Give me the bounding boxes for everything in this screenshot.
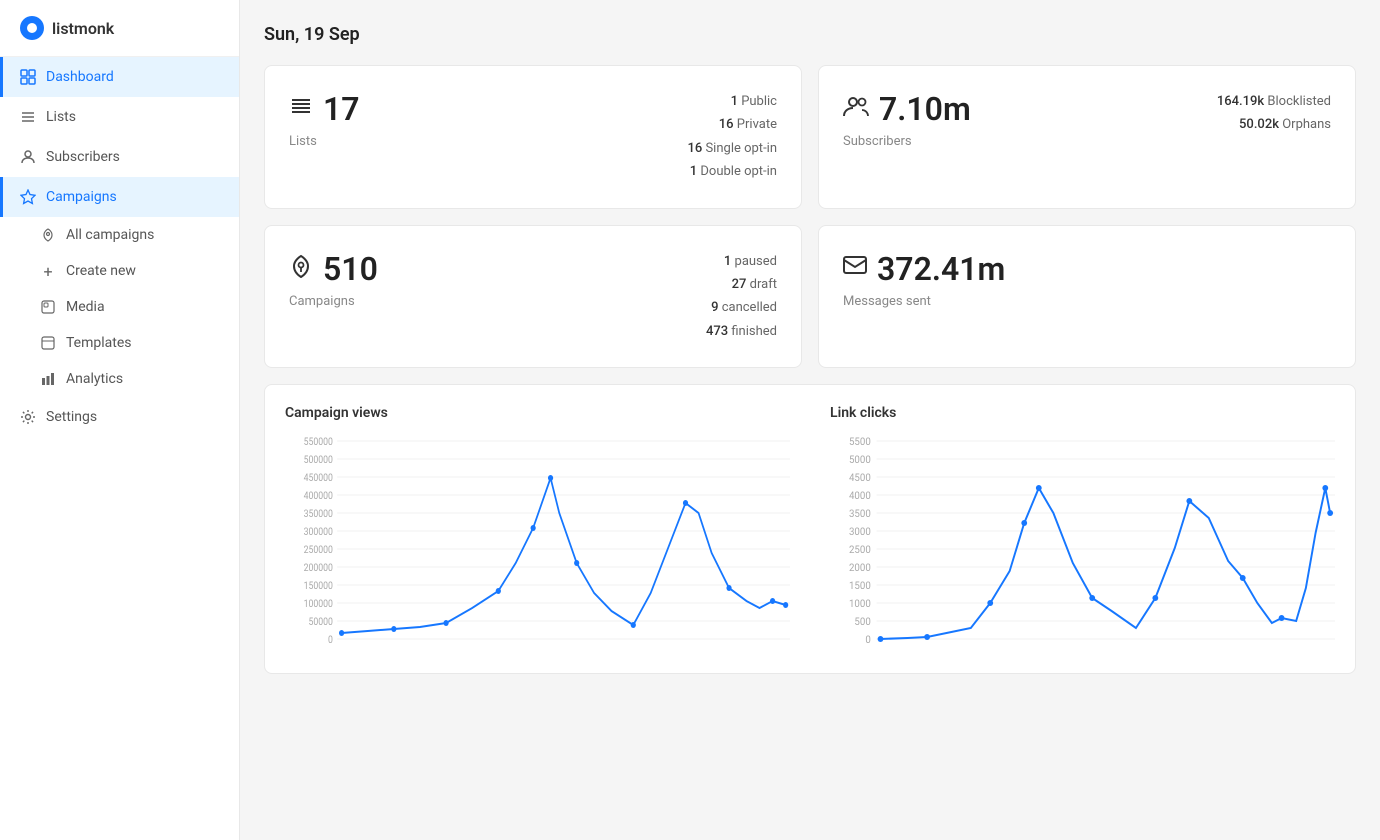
campaigns-count: 510 [323, 250, 378, 288]
stats-row-1: 17 Lists 1 Public 16 Private 16 Single o… [264, 65, 1356, 209]
logo-text: listmonk [52, 19, 114, 38]
link-clicks-chart: Link clicks 5500 5000 4500 4000 3500 300… [830, 405, 1335, 653]
svg-text:4000: 4000 [849, 491, 871, 502]
sidebar-item-label: Templates [66, 335, 132, 351]
analytics-icon [40, 371, 56, 387]
svg-text:1000: 1000 [849, 599, 871, 610]
views-chart-title: Campaign views [285, 405, 790, 421]
svg-text:3500: 3500 [849, 509, 871, 520]
svg-text:2000: 2000 [849, 563, 871, 574]
campaigns-label: Campaigns [289, 294, 378, 309]
sidebar-item-dashboard[interactable]: Dashboard [0, 57, 239, 97]
orphans-num: 50.02k [1239, 117, 1279, 132]
rocket-icon [40, 227, 56, 243]
svg-text:100000: 100000 [304, 599, 333, 611]
subscribers-details: 164.19k Blocklisted 50.02k Orphans [1217, 90, 1331, 137]
sidebar-item-media[interactable]: Media [0, 289, 239, 325]
lists-private-num: 16 [719, 117, 734, 132]
svg-text:550000: 550000 [304, 437, 333, 449]
lists-label: Lists [289, 134, 360, 149]
svg-text:450000: 450000 [304, 473, 333, 485]
sidebar-item-subscribers[interactable]: Subscribers [0, 137, 239, 177]
svg-text:200000: 200000 [304, 563, 333, 575]
sidebar-item-settings[interactable]: Settings [0, 397, 239, 437]
sidebar-item-label: Media [66, 299, 105, 315]
campaigns-details: 1 paused 27 draft 9 cancelled 473 finish… [706, 250, 777, 344]
sidebar-item-label: Dashboard [46, 69, 114, 85]
main-content: Sun, 19 Sep 17 [240, 0, 1380, 840]
sidebar-item-label: Analytics [66, 371, 123, 387]
subscribers-stat-icon [843, 95, 869, 123]
messages-stat-card: 372.41m Messages sent [818, 225, 1356, 369]
sidebar-item-label: Settings [46, 409, 97, 425]
sidebar-item-all-campaigns[interactable]: All campaigns [0, 217, 239, 253]
lists-public-num: 1 [731, 94, 738, 109]
sidebar-item-templates[interactable]: Templates [0, 325, 239, 361]
subscribers-count: 7.10m [879, 90, 971, 128]
views-chart-svg: 550000 500000 450000 400000 350000 30000… [285, 433, 790, 653]
campaigns-stat-card: 510 Campaigns 1 paused 27 draft 9 cancel… [264, 225, 802, 369]
svg-text:4500: 4500 [849, 473, 871, 484]
charts-card: Campaign views 550000 500000 450000 4000… [264, 384, 1356, 674]
svg-text:50000: 50000 [308, 617, 332, 629]
svg-text:2500: 2500 [849, 545, 871, 556]
clicks-chart-title: Link clicks [830, 405, 1335, 421]
lists-count: 17 [323, 90, 360, 128]
sidebar-item-label: Campaigns [46, 189, 117, 205]
svg-text:300000: 300000 [304, 527, 333, 539]
svg-text:350000: 350000 [304, 509, 333, 521]
messages-stat-icon [843, 256, 867, 282]
logo-icon [20, 16, 44, 40]
campaigns-stat-icon [289, 254, 313, 284]
page-date: Sun, 19 Sep [264, 24, 1356, 45]
main-nav: Dashboard Lists Subscribers [0, 57, 239, 437]
subscribers-stat-card: 7.10m Subscribers 164.19k Blocklisted 50… [818, 65, 1356, 209]
stats-row-2: 510 Campaigns 1 paused 27 draft 9 cancel… [264, 225, 1356, 369]
svg-text:0: 0 [328, 635, 333, 647]
lists-double-optin-num: 1 [690, 164, 697, 179]
messages-count: 372.41m [877, 250, 1005, 288]
subscribers-icon [20, 149, 36, 165]
dashboard-icon [20, 69, 36, 85]
campaign-views-chart: Campaign views 550000 500000 450000 4000… [285, 405, 790, 653]
sidebar-item-analytics[interactable]: Analytics [0, 361, 239, 397]
blocklisted-num: 164.19k [1217, 94, 1264, 109]
lists-stat-card: 17 Lists 1 Public 16 Private 16 Single o… [264, 65, 802, 209]
messages-label: Messages sent [843, 294, 1005, 309]
clicks-chart-svg: 5500 5000 4500 4000 3500 3000 2500 2000 … [830, 433, 1335, 653]
svg-text:5000: 5000 [849, 455, 871, 466]
sidebar-item-label: Create new [66, 263, 136, 279]
sidebar-item-label: Lists [46, 109, 76, 125]
svg-text:150000: 150000 [304, 581, 333, 593]
svg-text:500: 500 [854, 617, 870, 628]
media-icon [40, 299, 56, 315]
svg-text:500000: 500000 [304, 455, 333, 467]
svg-text:1500: 1500 [849, 581, 871, 592]
templates-icon [40, 335, 56, 351]
settings-icon [20, 409, 36, 425]
svg-text:5500: 5500 [849, 437, 871, 448]
lists-icon [20, 109, 36, 125]
logo[interactable]: listmonk [0, 0, 239, 57]
plus-icon: + [40, 263, 56, 279]
svg-text:400000: 400000 [304, 491, 333, 503]
subscribers-label: Subscribers [843, 134, 971, 149]
campaigns-icon [20, 189, 36, 205]
svg-text:3000: 3000 [849, 527, 871, 538]
sidebar-item-lists[interactable]: Lists [0, 97, 239, 137]
views-chart-container: 550000 500000 450000 400000 350000 30000… [285, 433, 790, 653]
svg-text:0: 0 [865, 635, 870, 646]
sidebar-item-label: Subscribers [46, 149, 120, 165]
sidebar-item-create-new[interactable]: + Create new [0, 253, 239, 289]
sidebar-item-campaigns[interactable]: Campaigns [0, 177, 239, 217]
lists-stat-icon [289, 94, 313, 124]
clicks-chart-container: 5500 5000 4500 4000 3500 3000 2500 2000 … [830, 433, 1335, 653]
lists-single-optin-num: 16 [687, 141, 702, 156]
sidebar: listmonk Dashboard Lists [0, 0, 240, 840]
lists-details: 1 Public 16 Private 16 Single opt-in 1 D… [687, 90, 777, 184]
sidebar-item-label: All campaigns [66, 227, 154, 243]
svg-text:250000: 250000 [304, 545, 333, 557]
